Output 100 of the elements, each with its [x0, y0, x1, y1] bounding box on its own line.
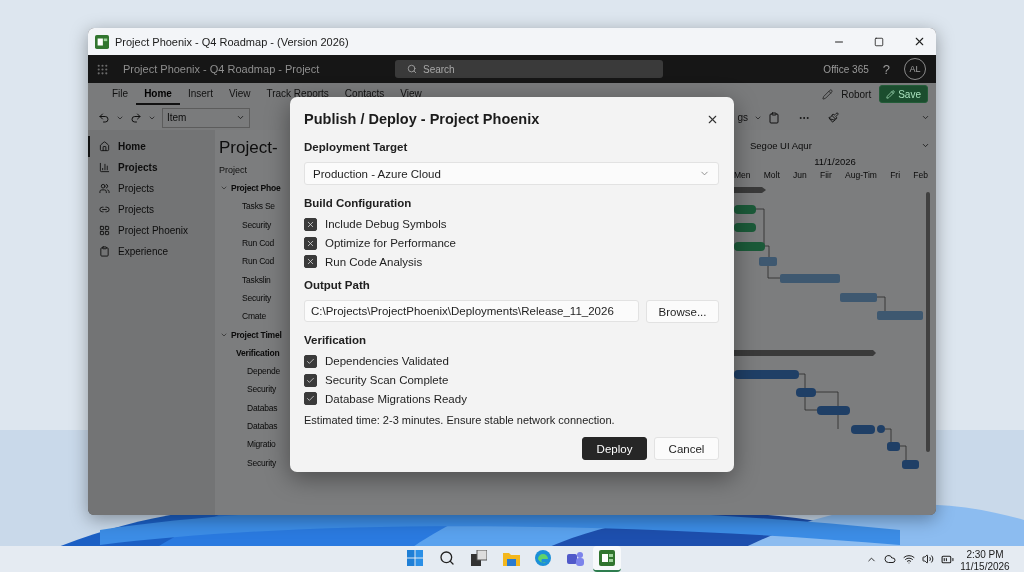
edit-icon[interactable] — [822, 88, 834, 100]
task-bar — [902, 460, 919, 469]
chevron-icon — [236, 113, 245, 122]
project-app-icon — [95, 34, 109, 49]
checkbox-label: Security Scan Complete — [325, 374, 449, 387]
task-name: Cmate — [242, 311, 267, 322]
checkbox-label: Database Migrations Ready — [325, 392, 467, 405]
dependency-line — [899, 445, 907, 461]
deploy-button[interactable]: Deploy — [582, 437, 647, 461]
document-title: Project Phoenix - Q4 Roadmap - Project — [123, 63, 321, 75]
dependency-line — [798, 373, 806, 389]
task-bar — [734, 242, 765, 251]
save-button[interactable]: Save — [879, 85, 928, 103]
checkbox[interactable] — [304, 392, 317, 406]
search-icon — [407, 64, 417, 74]
link-icon — [99, 204, 110, 215]
windows-logo-icon — [407, 550, 423, 566]
output-path-field[interactable]: C:\Projects\ProjectPhoenix\Deployments\Release_11_2026 — [304, 300, 639, 323]
checkbox[interactable] — [304, 236, 317, 250]
task-name: Depende — [247, 366, 281, 377]
help-button[interactable]: ? — [882, 61, 890, 77]
task-name: Security — [242, 292, 272, 303]
task-bar — [877, 311, 923, 320]
scrollbar[interactable] — [926, 192, 930, 452]
timeline-period: Fiir — [820, 170, 832, 182]
wifi-icon[interactable] — [903, 553, 915, 565]
clipboard-icon — [99, 246, 110, 257]
task-name: Security — [242, 219, 272, 230]
checkbox[interactable] — [304, 217, 317, 231]
pencil-icon — [886, 89, 896, 99]
project-app-icon — [599, 550, 615, 566]
task-name: Security — [247, 457, 277, 468]
search-field[interactable]: Search — [395, 60, 663, 78]
cancel-button[interactable]: Cancel — [654, 437, 719, 461]
cross-icon — [306, 238, 315, 248]
toolbar-label[interactable]: gs — [737, 112, 748, 123]
task-bar — [780, 274, 840, 283]
task-bar — [851, 425, 875, 434]
section-label: Verification — [304, 334, 367, 349]
browse-button[interactable]: Browse... — [646, 300, 719, 324]
task-bar — [840, 293, 877, 302]
task-name: Databas — [247, 421, 278, 431]
task-name: Taskslin — [242, 274, 271, 285]
browser-icon — [535, 550, 551, 566]
task-bar — [734, 223, 756, 232]
task-bar — [734, 370, 799, 379]
ribbon-tab[interactable]: File — [104, 83, 137, 105]
ribbon-tab[interactable]: View — [220, 83, 259, 105]
section-label: Deployment Target — [304, 141, 409, 155]
sidebar-item[interactable]: Experience — [88, 241, 215, 262]
volume-icon[interactable] — [922, 553, 934, 565]
dependency-line — [767, 265, 781, 279]
checkbox[interactable] — [304, 373, 317, 387]
section-label: Build Configuration — [304, 197, 413, 211]
task-name: Tasks Se — [242, 201, 275, 212]
checkbox-label: Include Debug Symbols — [325, 218, 447, 231]
target-dropdown[interactable]: Production - Azure Cloud — [304, 162, 719, 185]
clock-date[interactable]: 11/15/2026 — [960, 561, 1010, 572]
timeline-period: Feb — [913, 170, 928, 182]
cloud-icon[interactable] — [884, 553, 896, 565]
clipboard-icon[interactable] — [768, 111, 780, 124]
ribbon-tab[interactable]: Insert — [179, 83, 221, 105]
checkbox[interactable] — [304, 255, 317, 269]
task-name: Verification — [236, 347, 280, 358]
task-name: Migratio — [247, 439, 276, 450]
dependency-line — [876, 296, 886, 312]
task-bar — [796, 388, 816, 397]
app-launcher-icon[interactable] — [96, 62, 109, 76]
estimate-note: Estimated time: 2-3 minutes. Ensure stable network connection. — [304, 414, 616, 429]
chevron-icon[interactable] — [921, 113, 930, 122]
clock-time[interactable]: 2:30 PM — [966, 549, 1004, 561]
sidebar-item[interactable]: Projects — [88, 199, 215, 220]
item-select[interactable]: Item — [162, 107, 250, 128]
chat-app-icon — [566, 550, 584, 566]
cross-icon — [306, 257, 315, 267]
sidebar-item[interactable]: Projects — [88, 157, 215, 178]
people-icon — [99, 183, 110, 194]
task-name: Project Phoe — [231, 183, 281, 194]
chart-icon — [99, 162, 110, 173]
section-label: Output Path — [304, 279, 371, 294]
sidebar-item[interactable]: Project Phoenix — [88, 220, 215, 241]
taskbar-app[interactable] — [593, 546, 621, 572]
redo-icon[interactable] — [130, 111, 142, 124]
undo-icon[interactable] — [98, 111, 110, 124]
checkbox[interactable] — [304, 354, 317, 368]
column-header: Project — [219, 164, 248, 177]
timeline-period: Fri — [890, 170, 901, 182]
maximize-icon[interactable] — [874, 36, 884, 47]
brush-icon[interactable] — [828, 112, 839, 123]
timeline-period: Jun — [793, 170, 807, 182]
task-view-icon — [471, 550, 487, 566]
dialog-title: Publish / Deploy - Project Phoenix — [304, 111, 540, 127]
font-select[interactable]: Segoe UI Aqur — [750, 136, 930, 154]
task-name: Project Timel — [231, 329, 282, 340]
task-bar — [734, 205, 756, 214]
sidebar-item[interactable]: Projects — [88, 178, 215, 199]
window-title: Project Phoenix - Q4 Roadmap - (Version 2026) — [115, 35, 350, 48]
user-name: Robort — [841, 88, 872, 100]
timeline-period: Aug-Tim — [845, 170, 877, 182]
home-icon — [99, 141, 110, 152]
